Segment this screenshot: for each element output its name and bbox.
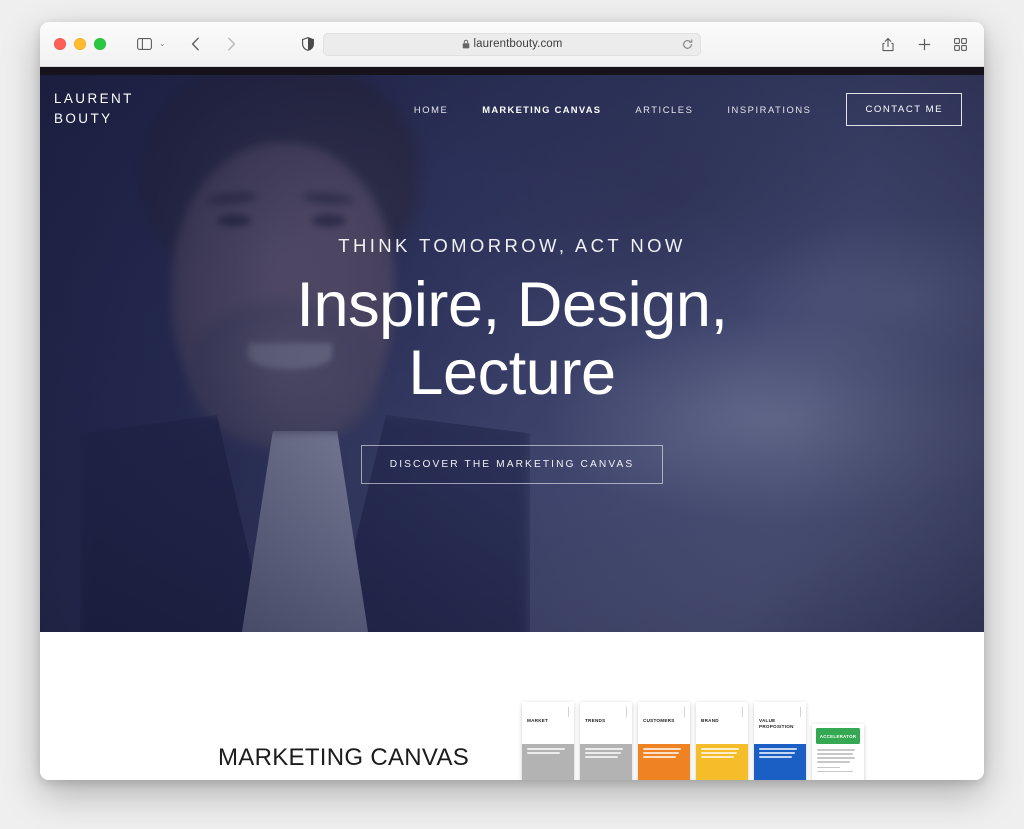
- nav-item-home[interactable]: HOME: [397, 104, 465, 115]
- card-title: ACCELERATOR: [819, 733, 857, 739]
- card-title: MARKET: [527, 718, 549, 723]
- card-top: VALUE PROPOSITION: [754, 702, 806, 744]
- canvas-card-accelerator[interactable]: ACCELERATOR: [812, 724, 864, 780]
- card-top: TRENDS: [580, 702, 632, 744]
- nav-item-inspirations[interactable]: INSPIRATIONS: [710, 104, 828, 115]
- chevron-right-icon[interactable]: [222, 34, 242, 54]
- logo-line-1: LAURENT: [54, 91, 134, 107]
- marketing-canvas-section: MARKETING CANVAS MARKET TRENDS CUSTOMERS…: [40, 632, 984, 780]
- hero-headline: Inspire, Design, Lecture: [296, 269, 728, 408]
- chevron-down-icon[interactable]: ⌄: [159, 40, 166, 48]
- card-text-line: [527, 748, 565, 750]
- card-body: [812, 744, 864, 780]
- card-body: [580, 744, 632, 780]
- browser-toolbar: ⌄ laurentbouty.com: [40, 22, 984, 67]
- card-top: MARKET: [522, 702, 574, 744]
- section-title: MARKETING CANVAS: [218, 744, 470, 771]
- page-top-strip: [40, 67, 984, 75]
- card-body: [522, 744, 574, 780]
- card-header-band: ACCELERATOR: [816, 728, 860, 744]
- logo-line-2: BOUTY: [54, 111, 113, 126]
- hero-section: LAURENT BOUTY HOME MARKETING CANVAS ARTI…: [40, 75, 984, 632]
- card-corner-mark: [800, 707, 801, 717]
- card-text-line: [701, 751, 737, 754]
- window-controls: [54, 38, 106, 50]
- marketing-canvas-graphic: MARKET TRENDS CUSTOMERS BRAND VALUE PROP…: [522, 702, 864, 780]
- card-top: CUSTOMERS: [638, 702, 690, 744]
- site-logo[interactable]: LAURENT BOUTY: [54, 89, 134, 128]
- share-icon[interactable]: [878, 34, 898, 54]
- main-navigation: HOME MARKETING CANVAS ARTICLES INSPIRATI…: [397, 92, 962, 126]
- sidebar-icon[interactable]: [134, 34, 154, 54]
- discover-marketing-canvas-button[interactable]: DISCOVER THE MARKETING CANVAS: [360, 445, 664, 485]
- card-text-line: [643, 751, 679, 754]
- close-window-button[interactable]: [54, 38, 66, 50]
- toolbar-right-icons: [878, 34, 970, 54]
- nav-item-articles[interactable]: ARTICLES: [618, 104, 710, 115]
- card-text-line: [527, 751, 560, 754]
- card-text-line: [585, 748, 623, 750]
- card-text-line: [759, 751, 795, 754]
- card-corner-mark: [742, 707, 743, 717]
- lock-icon: [462, 39, 470, 49]
- page-viewport: LAURENT BOUTY HOME MARKETING CANVAS ARTI…: [40, 67, 984, 780]
- card-body: [696, 744, 748, 780]
- chevron-left-icon[interactable]: [186, 34, 206, 54]
- canvas-card-market[interactable]: MARKET: [522, 702, 574, 780]
- navigation-controls: [186, 34, 242, 54]
- minimize-window-button[interactable]: [74, 38, 86, 50]
- zoom-window-button[interactable]: [94, 38, 106, 50]
- card-title: VALUE PROPOSITION: [759, 718, 794, 729]
- browser-window: ⌄ laurentbouty.com LAURENT BOUTY HOME MA…: [40, 22, 984, 780]
- card-corner-mark: [568, 707, 569, 717]
- card-corner-mark: [626, 707, 627, 717]
- card-text-line: [643, 748, 681, 750]
- contact-me-button[interactable]: CONTACT ME: [846, 92, 962, 126]
- card-title: TRENDS: [585, 718, 606, 723]
- card-corner-mark: [684, 707, 685, 717]
- card-body: [754, 744, 806, 780]
- plus-icon[interactable]: [914, 34, 934, 54]
- canvas-card-trends[interactable]: TRENDS: [580, 702, 632, 780]
- canvas-card-brand[interactable]: BRAND: [696, 702, 748, 780]
- card-text-line: [759, 755, 792, 758]
- canvas-card-value-proposition[interactable]: VALUE PROPOSITION: [754, 702, 806, 780]
- card-text-line: [817, 756, 855, 759]
- card-text-line: [817, 766, 841, 769]
- card-title: CUSTOMERS: [643, 718, 675, 723]
- card-text-line: [759, 748, 797, 750]
- card-text-line: [643, 755, 676, 758]
- site-header: LAURENT BOUTY HOME MARKETING CANVAS ARTI…: [40, 75, 984, 143]
- card-text-line: [701, 755, 734, 758]
- card-text-line: [817, 770, 853, 773]
- card-title: BRAND: [701, 718, 719, 723]
- tab-overview-icon[interactable]: [950, 34, 970, 54]
- card-text-line: [701, 748, 739, 750]
- card-body: [638, 744, 690, 780]
- card-text-line: [817, 752, 853, 755]
- nav-item-marketing-canvas[interactable]: MARKETING CANVAS: [465, 104, 618, 115]
- card-top: BRAND: [696, 702, 748, 744]
- card-text-line: [585, 751, 621, 754]
- hero-content: THINK TOMORROW, ACT NOW Inspire, Design,…: [40, 75, 984, 632]
- reload-icon[interactable]: [682, 38, 693, 50]
- card-text-line: [817, 760, 850, 763]
- card-text-line: [585, 755, 618, 758]
- card-text-line: [817, 749, 855, 751]
- sidebar-controls: ⌄: [134, 34, 166, 54]
- url-text: laurentbouty.com: [473, 38, 563, 50]
- privacy-shield-icon[interactable]: [298, 34, 318, 54]
- hero-eyebrow: THINK TOMORROW, ACT NOW: [338, 234, 686, 256]
- address-bar[interactable]: laurentbouty.com: [323, 32, 701, 56]
- canvas-card-customers[interactable]: CUSTOMERS: [638, 702, 690, 780]
- address-bar-container: laurentbouty.com: [323, 32, 701, 56]
